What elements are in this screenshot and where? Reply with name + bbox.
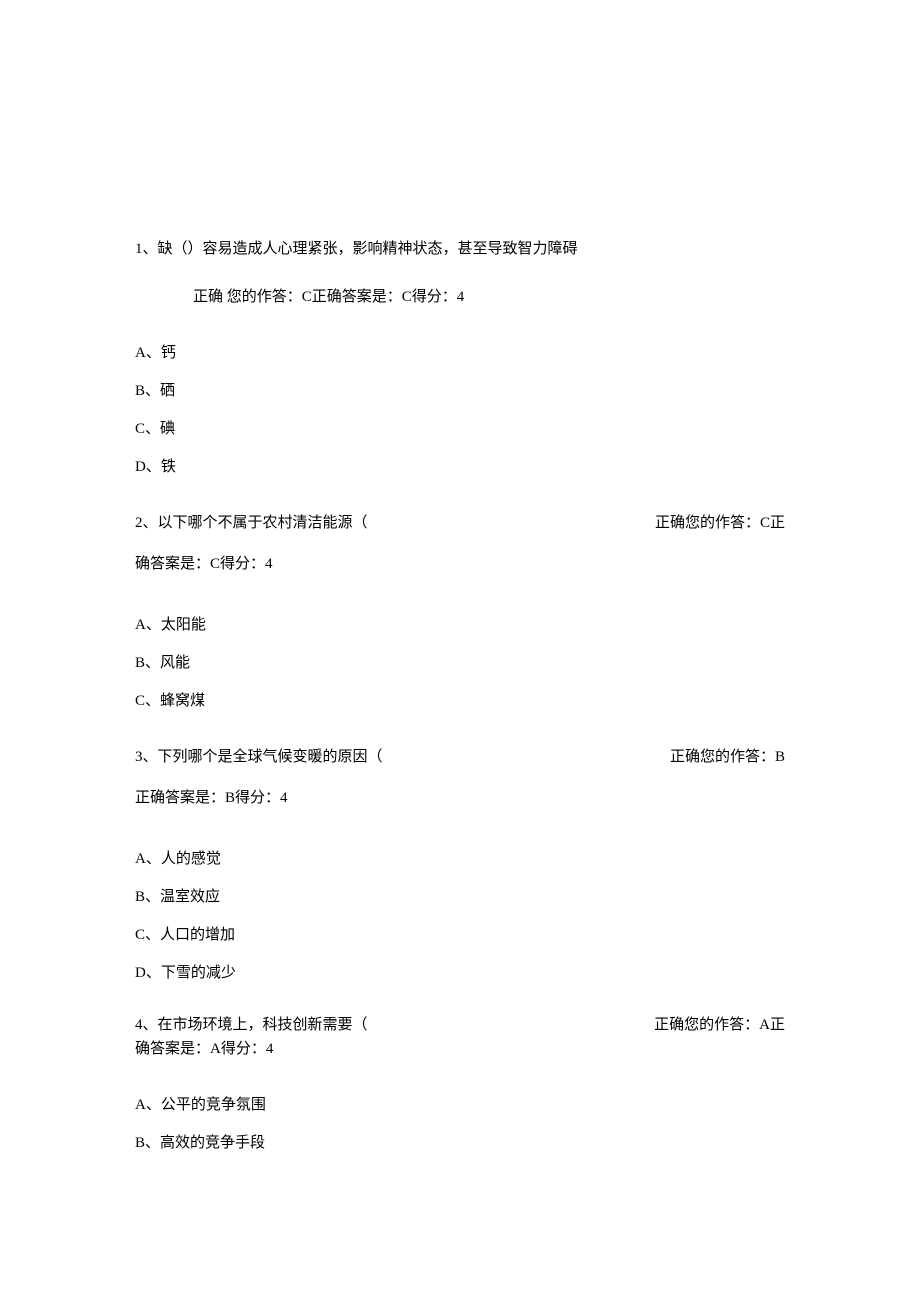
q3-option-d: D、下雪的减少 <box>135 961 785 985</box>
q4-feedback-1: 正确您的作答：A正 <box>654 1013 785 1037</box>
question-2: 2、以下哪个不属于农村清洁能源（ 正确您的作答：C正 确答案是：C得分：4 A、… <box>135 507 785 713</box>
q2-text: 2、以下哪个不属于农村清洁能源（ <box>135 507 368 540</box>
q1-option-a: A、钙 <box>135 341 785 365</box>
q1-options: A、钙 B、硒 C、碘 D、铁 <box>135 341 785 479</box>
q1-option-b: B、硒 <box>135 379 785 403</box>
q2-option-b: B、风能 <box>135 651 785 675</box>
q3-option-b: B、温室效应 <box>135 885 785 909</box>
question-1: 1、缺（）容易造成人心理紧张，影响精神状态，甚至导致智力障碍 正确 您的作答：C… <box>135 237 785 479</box>
q3-option-c: C、人口的增加 <box>135 923 785 947</box>
q1-option-c: C、碘 <box>135 417 785 441</box>
q2-options: A、太阳能 B、风能 C、蜂窝煤 <box>135 613 785 713</box>
q3-feedback-1: 正确您的作答：B <box>670 741 785 774</box>
question-4: 4、在市场环境上，科技创新需要（ 正确您的作答：A正 确答案是：A得分：4 A、… <box>135 1013 785 1155</box>
q2-option-a: A、太阳能 <box>135 613 785 637</box>
question-3: 3、下列哪个是全球气候变暖的原因（ 正确您的作答：B 正确答案是：B得分：4 A… <box>135 741 785 985</box>
q3-feedback-2: 正确答案是：B得分：4 <box>135 782 785 815</box>
q4-option-b: B、高效的竞争手段 <box>135 1131 785 1155</box>
q4-option-a: A、公平的竞争氛围 <box>135 1093 785 1117</box>
q3-text: 3、下列哪个是全球气候变暖的原因（ <box>135 741 383 774</box>
q1-text: 1、缺（）容易造成人心理紧张，影响精神状态，甚至导致智力障碍 <box>135 237 785 261</box>
q4-feedback-2: 确答案是：A得分：4 <box>135 1037 785 1061</box>
q4-text: 4、在市场环境上，科技创新需要（ <box>135 1013 368 1037</box>
q2-option-c: C、蜂窝煤 <box>135 689 785 713</box>
q1-option-d: D、铁 <box>135 455 785 479</box>
q4-options: A、公平的竞争氛围 B、高效的竞争手段 <box>135 1093 785 1155</box>
q3-options: A、人的感觉 B、温室效应 C、人口的增加 D、下雪的减少 <box>135 847 785 985</box>
q2-feedback-1: 正确您的作答：C正 <box>655 507 785 540</box>
q2-feedback-2: 确答案是：C得分：4 <box>135 548 785 581</box>
q1-feedback: 正确 您的作答：C正确答案是：C得分：4 <box>135 285 785 309</box>
q3-option-a: A、人的感觉 <box>135 847 785 871</box>
